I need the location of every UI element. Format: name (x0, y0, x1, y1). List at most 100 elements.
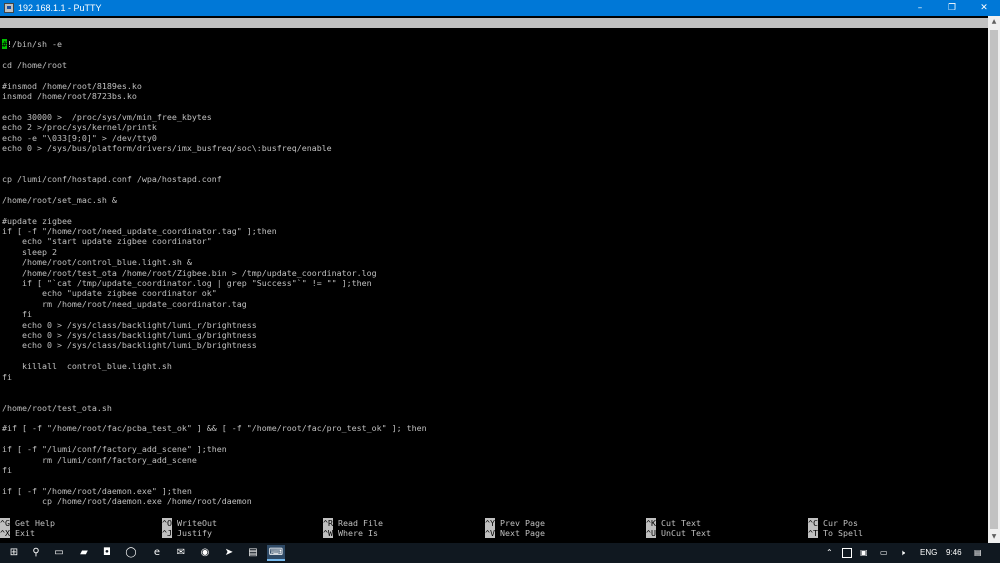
shortcut-justify: ^J Justify (162, 528, 212, 539)
shortcut-key: ^U (646, 528, 656, 539)
task-view-icon[interactable]: ▭ (50, 545, 68, 561)
terminal-area[interactable]: GNU nano 2.2.5 File: /etc/rc.local #!/bi… (0, 16, 988, 543)
code-line: cp /lumi/conf/hostapd.conf /wpa/hostapd.… (2, 174, 222, 185)
search-icon[interactable]: ⚲ (27, 545, 45, 561)
file-content[interactable]: #!/bin/sh -e cd /home/root #insmod /home/r… (2, 39, 986, 507)
opera-icon[interactable]: ◯ (122, 545, 140, 561)
edge-icon[interactable]: e (148, 545, 166, 561)
shortcut-label: UnCut Text (661, 528, 711, 539)
network-icon[interactable]: ▣ (860, 543, 868, 563)
mail-icon[interactable]: ✉ (172, 545, 190, 561)
code-line: echo 0 > /sys/class/backlight/lumi_g/bri… (2, 329, 257, 340)
shortcut-label: Cur Pos (823, 518, 858, 528)
shortcut-exit: ^X Exit (0, 528, 35, 539)
shortcut-label: Where Is (338, 528, 378, 539)
text-cursor: # (2, 39, 7, 49)
code-line: echo 0 > /sys/bus/platform/drivers/imx_b… (2, 142, 332, 153)
code-line: fi (2, 465, 12, 476)
shortcut-key: ^V (485, 528, 495, 539)
shortcut-label: To Spell (823, 528, 863, 539)
window-title-bar[interactable]: 192.168.1.1 - PuTTY – ❐ ✕ (0, 0, 1000, 16)
shortcut-get-help: ^G Get Help (0, 518, 55, 528)
putty-app-icon (4, 3, 14, 13)
code-line: echo 0 > /sys/class/backlight/lumi_b/bri… (2, 340, 257, 351)
shortcut-key: ^Y (485, 518, 495, 528)
clock[interactable]: 9:46 (946, 543, 962, 563)
action-center-icon[interactable]: ▤ (974, 543, 982, 563)
shortcut-label: Exit (15, 528, 35, 539)
close-button[interactable]: ✕ (969, 0, 999, 16)
code-line: echo 0 > /sys/class/backlight/lumi_r/bri… (2, 319, 257, 330)
shortcut-key: ^X (0, 528, 10, 539)
tray-overflow-chevron-icon[interactable]: ⌃ (826, 543, 833, 563)
shortcut-label: Get Help (15, 518, 55, 528)
code-line: /home/root/test_ota.sh (2, 402, 112, 413)
code-line: if [ "`cat /tmp/update_coordinator.log |… (2, 277, 372, 288)
shortcut-key: ^J (162, 528, 172, 539)
windows-start-icon[interactable]: ⊞ (5, 545, 23, 561)
code-line: echo 2 >/proc/sys/kernel/printk (2, 122, 157, 133)
volume-muted-icon[interactable]: 🕨 (900, 543, 905, 563)
nano-header-bar: GNU nano 2.2.5 File: /etc/rc.local (0, 18, 988, 48)
battery-icon[interactable]: ▭ (880, 543, 888, 563)
code-line: #insmod /home/root/8189es.ko (2, 80, 142, 91)
vertical-scrollbar[interactable]: ▲ ▼ (988, 16, 1000, 543)
nano-shortcut-bar: ^G Get Help ^O WriteOut ^R Read File ^Y Pre… (0, 518, 988, 540)
code-line: cp /home/root/daemon.exe /home/root/daem… (2, 496, 252, 507)
scrollbar-thumb[interactable] (990, 30, 998, 529)
code-line: /home/root/set_mac.sh & (2, 194, 117, 205)
shortcut-cur-pos: ^C Cur Pos (808, 518, 858, 528)
nano-version: GNU nano 2.2.5 (12, 28, 82, 38)
shortcut-cut-text: ^K Cut Text (646, 518, 701, 528)
notification-badge-icon[interactable] (842, 548, 852, 558)
firefox-icon[interactable]: ◉ (196, 545, 214, 561)
scroll-down-arrow-icon[interactable]: ▼ (988, 531, 1000, 543)
code-line: /home/root/control_blue.light.sh & (2, 257, 192, 268)
shortcut-label: Justify (177, 528, 212, 539)
shortcut-next-page: ^V Next Page (485, 528, 545, 539)
code-line: fi (2, 371, 12, 382)
code-line: sleep 2 (2, 246, 57, 257)
maximize-button[interactable]: ❐ (937, 0, 967, 16)
shortcut-uncut-text: ^U UnCut Text (646, 528, 711, 539)
file-explorer-icon[interactable]: ▰ (75, 545, 93, 561)
shortcut-key: ^W (323, 528, 333, 539)
putty-icon[interactable]: ⌨ (267, 545, 285, 561)
shortcut-key: ^G (0, 518, 10, 528)
code-line: /home/root/test_ota /home/root/Zigbee.bi… (2, 267, 377, 278)
store-icon[interactable]: ◘ (98, 545, 116, 561)
shortcut-where-is: ^W Where Is (323, 528, 378, 539)
code-line: insmod /home/root/8723bs.ko (2, 90, 137, 101)
shortcut-label: Next Page (500, 528, 545, 539)
network-app-icon[interactable]: ▤ (244, 545, 262, 561)
shortcut-key: ^O (162, 518, 172, 528)
code-line: if [ -f "/home/root/need_update_coordina… (2, 226, 277, 237)
shortcut-label: Prev Page (500, 518, 545, 528)
shortcut-label: WriteOut (177, 518, 217, 528)
code-line: killall control_blue.light.sh (2, 361, 172, 372)
code-line: fi (2, 309, 32, 320)
code-line: echo -e "\033[9;0]" > /dev/tty0 (2, 132, 157, 143)
shortcut-to-spell: ^T To Spell (808, 528, 863, 539)
code-line: rm /home/root/need_update_coordinator.ta… (2, 298, 247, 309)
code-line: echo 30000 > /proc/sys/vm/min_free_kbyte… (2, 111, 212, 122)
telegram-icon[interactable]: ➤ (220, 545, 238, 561)
code-line: echo "start update zigbee coordinator" (2, 236, 212, 247)
shortcut-key: ^R (323, 518, 333, 528)
language-indicator[interactable]: ENG (920, 543, 937, 563)
minimize-button[interactable]: – (905, 0, 935, 16)
window-title: 192.168.1.1 - PuTTY (18, 3, 102, 13)
scroll-up-arrow-icon[interactable]: ▲ (988, 16, 1000, 28)
code-line: #update zigbee (2, 215, 72, 226)
